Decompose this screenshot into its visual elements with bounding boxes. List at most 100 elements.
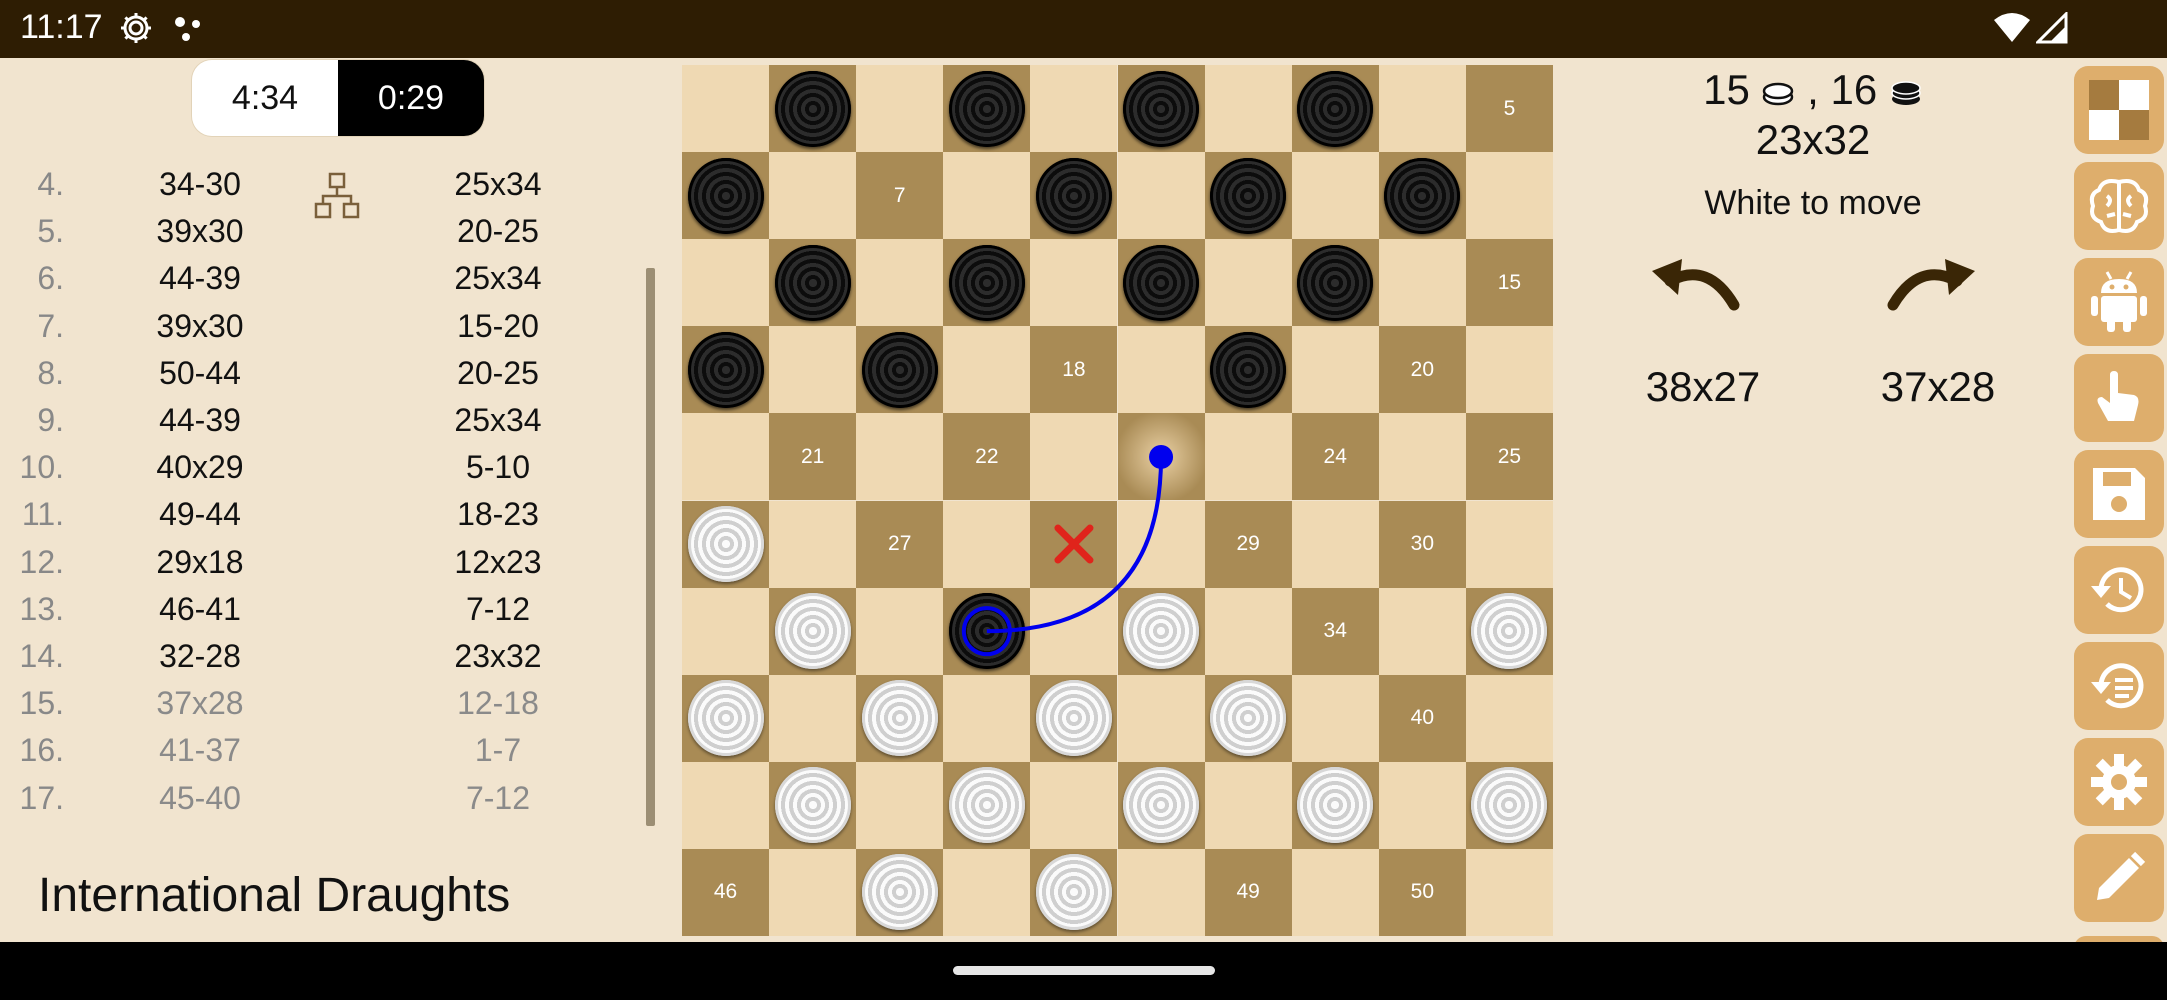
dark-square[interactable] (1030, 500, 1118, 588)
black-move[interactable]: 25x34 (418, 402, 578, 439)
dark-square[interactable]: 30 (1378, 500, 1466, 588)
move-row[interactable]: 6. 44-39 25x34 (0, 260, 600, 307)
white-piece[interactable] (774, 593, 851, 670)
white-piece[interactable] (1035, 680, 1112, 757)
white-piece[interactable] (687, 680, 764, 757)
move-row[interactable]: 7. 39x30 15-20 (0, 308, 600, 355)
black-piece[interactable] (861, 331, 938, 408)
dark-square[interactable]: 25 (1465, 413, 1553, 501)
prev-move-label[interactable]: 38x27 (1603, 363, 1803, 411)
move-row[interactable]: 10. 40x29 5-10 (0, 449, 600, 496)
engine-button[interactable] (2074, 162, 2164, 250)
board-button[interactable] (2074, 66, 2164, 154)
variation-tree-icon[interactable] (314, 172, 360, 225)
black-piece[interactable] (1210, 331, 1287, 408)
restore-button[interactable] (2074, 642, 2164, 730)
white-move[interactable]: 44-39 (120, 402, 280, 439)
save-button[interactable] (2074, 450, 2164, 538)
white-move[interactable]: 40x29 (120, 449, 280, 486)
home-handle[interactable] (953, 966, 1215, 975)
black-piece[interactable] (687, 331, 764, 408)
black-move[interactable]: 20-25 (418, 213, 578, 250)
black-piece[interactable] (1123, 70, 1200, 147)
dark-square[interactable]: 7 (856, 152, 944, 240)
black-move[interactable]: 15-20 (418, 308, 578, 345)
white-move[interactable]: 37x28 (120, 685, 280, 722)
next-move-label[interactable]: 37x28 (1838, 363, 2038, 411)
black-move[interactable]: 7-12 (418, 780, 578, 817)
white-move[interactable]: 29x18 (120, 544, 280, 581)
black-piece[interactable] (774, 244, 851, 321)
white-piece[interactable] (861, 680, 938, 757)
move-row[interactable]: 8. 50-44 20-25 (0, 355, 600, 402)
black-move[interactable]: 20-25 (418, 355, 578, 392)
white-move[interactable]: 34-30 (120, 166, 280, 203)
white-piece[interactable] (1210, 680, 1287, 757)
redo-icon[interactable] (1883, 255, 1979, 320)
white-piece[interactable] (687, 506, 764, 583)
white-piece[interactable] (1123, 593, 1200, 670)
black-move[interactable]: 5-10 (418, 449, 578, 486)
move-list-scrollbar[interactable] (646, 268, 655, 826)
dark-square[interactable]: 46 (682, 848, 770, 936)
black-move[interactable]: 23x32 (418, 638, 578, 675)
dark-square[interactable]: 40 (1378, 674, 1466, 762)
black-piece[interactable] (687, 157, 764, 234)
black-piece[interactable] (1210, 157, 1287, 234)
white-piece[interactable] (1123, 767, 1200, 844)
black-piece[interactable] (1297, 70, 1374, 147)
black-piece[interactable] (1297, 244, 1374, 321)
white-move[interactable]: 49-44 (120, 496, 280, 533)
white-move[interactable]: 32-28 (120, 638, 280, 675)
dark-square[interactable]: 50 (1378, 848, 1466, 936)
white-move[interactable]: 44-39 (120, 260, 280, 297)
black-move[interactable]: 25x34 (418, 260, 578, 297)
dark-square[interactable]: 5 (1465, 65, 1553, 153)
move-row[interactable]: 15. 37x28 12-18 (0, 685, 600, 732)
dark-square[interactable]: 24 (1291, 413, 1379, 501)
white-piece[interactable] (948, 767, 1025, 844)
white-move[interactable]: 41-37 (120, 732, 280, 769)
dark-square[interactable] (1117, 413, 1205, 501)
black-piece[interactable] (1123, 244, 1200, 321)
black-move[interactable]: 18-23 (418, 496, 578, 533)
move-row[interactable]: 9. 44-39 25x34 (0, 402, 600, 449)
move-row[interactable]: 11. 49-44 18-23 (0, 496, 600, 543)
white-move[interactable]: 39x30 (120, 213, 280, 250)
black-move[interactable]: 7-12 (418, 591, 578, 628)
dark-square[interactable]: 49 (1204, 848, 1292, 936)
undo-icon[interactable] (1648, 255, 1744, 320)
black-piece[interactable] (1035, 157, 1112, 234)
move-row[interactable]: 12. 29x18 12x23 (0, 544, 600, 591)
white-piece[interactable] (1035, 854, 1112, 931)
black-move[interactable]: 12x23 (418, 544, 578, 581)
android-button[interactable] (2074, 258, 2164, 346)
dark-square[interactable]: 15 (1465, 239, 1553, 327)
settings-button[interactable] (2074, 738, 2164, 826)
black-piece[interactable] (948, 70, 1025, 147)
dark-square[interactable]: 22 (943, 413, 1031, 501)
black-move[interactable]: 12-18 (418, 685, 578, 722)
white-move[interactable]: 46-41 (120, 591, 280, 628)
black-piece[interactable] (948, 244, 1025, 321)
dark-square[interactable]: 21 (769, 413, 857, 501)
white-piece[interactable] (861, 854, 938, 931)
move-row[interactable]: 17. 45-40 7-12 (0, 780, 600, 827)
history-button[interactable] (2074, 546, 2164, 634)
dark-square[interactable]: 27 (856, 500, 944, 588)
black-piece[interactable] (774, 70, 851, 147)
dark-square[interactable]: 18 (1030, 326, 1118, 414)
move-row[interactable]: 5. 39x30 20-25 (0, 213, 600, 260)
black-piece[interactable] (948, 593, 1025, 670)
draughts-board[interactable]: 5 7 15 18 20 21 22 24 25 27 29 30 34 40 46 49 50 (682, 65, 1553, 936)
move-row[interactable]: 14. 32-28 23x32 (0, 638, 600, 685)
black-piece[interactable] (1384, 157, 1461, 234)
move-row[interactable]: 16. 41-37 1-7 (0, 732, 600, 779)
dark-square[interactable]: 20 (1378, 326, 1466, 414)
black-move[interactable]: 1-7 (418, 732, 578, 769)
move-row[interactable]: 13. 46-41 7-12 (0, 591, 600, 638)
dark-square[interactable]: 29 (1204, 500, 1292, 588)
hint-button[interactable] (2074, 354, 2164, 442)
white-move[interactable]: 39x30 (120, 308, 280, 345)
white-move[interactable]: 50-44 (120, 355, 280, 392)
